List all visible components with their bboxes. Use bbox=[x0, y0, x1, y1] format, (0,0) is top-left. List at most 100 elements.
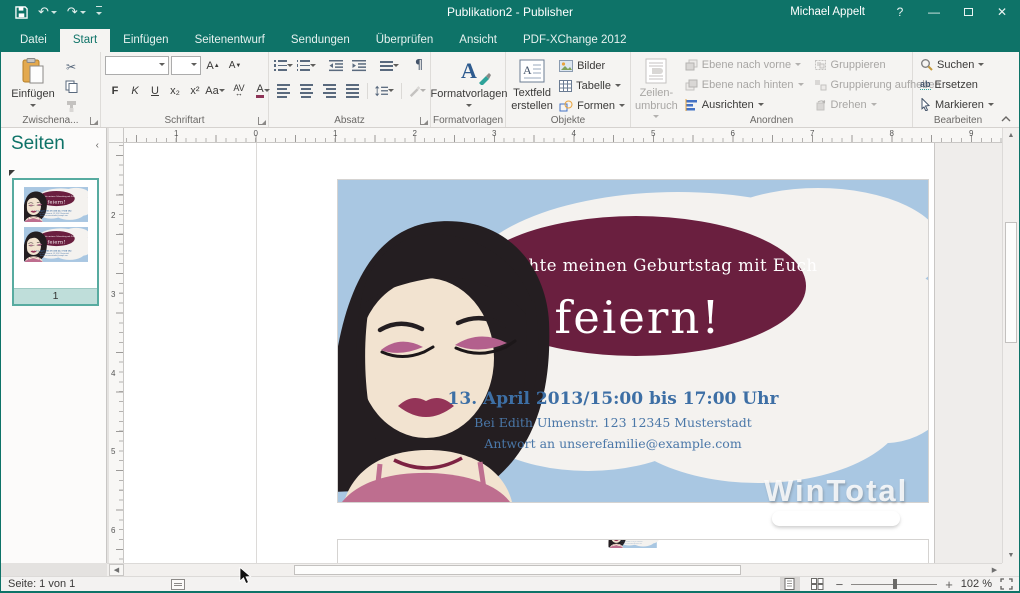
account-name[interactable]: Michael Appelt bbox=[772, 6, 883, 18]
tab-datei[interactable]: Datei bbox=[7, 29, 60, 52]
scroll-left-icon[interactable]: ◀ bbox=[109, 564, 124, 576]
change-case-button[interactable]: Aa bbox=[205, 81, 225, 100]
redo-caret-icon bbox=[80, 11, 86, 17]
maximize-button[interactable] bbox=[951, 0, 985, 24]
zoom-in-button[interactable]: + bbox=[945, 577, 953, 592]
v-ruler-number: 2 bbox=[111, 211, 115, 220]
invitation-card[interactable] bbox=[338, 180, 928, 502]
underline-button[interactable]: U bbox=[145, 81, 165, 100]
horizontal-scroll-thumb[interactable] bbox=[294, 565, 741, 575]
ungroup-icon bbox=[814, 79, 827, 91]
close-button[interactable]: ✕ bbox=[985, 0, 1019, 24]
replace-button[interactable]: ab Ersetzen bbox=[917, 75, 1001, 94]
styles-group-label: Formatvorlagen bbox=[431, 115, 505, 126]
align-objects-button[interactable]: Ausrichten bbox=[682, 95, 807, 114]
numbering-button[interactable] bbox=[296, 56, 316, 75]
scroll-up-icon[interactable]: ▲ bbox=[1003, 128, 1019, 143]
draw-textbox-button[interactable]: A Textfeld erstellen bbox=[510, 55, 554, 112]
styles-button[interactable]: A Formatvorlagen bbox=[435, 55, 503, 112]
align-right-icon bbox=[323, 84, 336, 98]
show-paragraph-marks-button[interactable]: ¶ bbox=[409, 56, 429, 75]
tab-ansicht[interactable]: Ansicht bbox=[446, 29, 510, 52]
text-wrap-label: Zeilen-umbruch bbox=[635, 87, 678, 112]
invitation-card-page2-partial[interactable] bbox=[338, 540, 928, 563]
font-name-combobox[interactable] bbox=[105, 56, 169, 75]
vertical-scrollbar[interactable]: ▲ ▼ bbox=[1002, 128, 1019, 563]
copy-icon bbox=[65, 80, 78, 93]
clipboard-dialog-launcher-icon[interactable] bbox=[90, 117, 98, 125]
grow-font-button[interactable]: A▲ bbox=[203, 56, 223, 75]
minimize-button[interactable]: — bbox=[917, 0, 951, 24]
horizontal-ruler[interactable]: 10123456789 bbox=[124, 128, 1004, 143]
status-page-info[interactable]: Seite: 1 von 1 bbox=[1, 578, 75, 590]
find-label: Suchen bbox=[937, 59, 974, 71]
increase-indent-button[interactable] bbox=[349, 56, 369, 75]
subscript-button[interactable]: x₂ bbox=[165, 81, 185, 100]
zoom-level[interactable]: 102 % bbox=[961, 578, 992, 590]
font-dialog-launcher-icon[interactable] bbox=[258, 117, 266, 125]
fit-page-button[interactable] bbox=[1000, 578, 1013, 590]
format-painter-button[interactable] bbox=[61, 97, 81, 116]
paragraph-dialog-launcher-icon[interactable] bbox=[420, 117, 428, 125]
font-color-icon: A bbox=[256, 84, 263, 98]
zoom-slider-thumb[interactable] bbox=[893, 579, 897, 589]
undo-button[interactable]: ↶ bbox=[38, 4, 57, 20]
find-button[interactable]: Suchen bbox=[917, 55, 1001, 74]
customize-qat-button[interactable] bbox=[96, 6, 102, 18]
align-left-button[interactable] bbox=[273, 81, 293, 100]
cut-button[interactable]: ✂ bbox=[61, 57, 81, 76]
line-spacing-button[interactable] bbox=[373, 81, 396, 100]
tab-sendungen[interactable]: Sendungen bbox=[278, 29, 363, 52]
align-objects-label: Ausrichten bbox=[702, 99, 754, 111]
redo-button[interactable]: ↷ bbox=[67, 4, 86, 20]
select-button[interactable]: Markieren bbox=[917, 95, 1001, 114]
italic-button[interactable]: K bbox=[125, 81, 145, 100]
tab-ueberpruefen[interactable]: Überprüfen bbox=[363, 29, 447, 52]
align-right-button[interactable] bbox=[319, 81, 339, 100]
shrink-font-button[interactable]: A▼ bbox=[225, 56, 245, 75]
single-page-view-button[interactable] bbox=[780, 577, 800, 591]
zoom-out-button[interactable]: − bbox=[836, 577, 844, 592]
justify-button[interactable] bbox=[342, 81, 362, 100]
send-backward-button[interactable]: Ebene nach hinten bbox=[682, 75, 807, 94]
page-thumbnail[interactable]: 1 bbox=[12, 178, 99, 306]
collapse-ribbon-icon[interactable] bbox=[1001, 115, 1011, 123]
pictures-button[interactable]: Bilder bbox=[556, 56, 628, 75]
paste-button[interactable]: Einfügen bbox=[5, 55, 61, 110]
tab-seitenentwurf[interactable]: Seitenentwurf bbox=[182, 29, 278, 52]
pages-panel-collapse-icon[interactable]: ‹ bbox=[96, 140, 99, 151]
scroll-right-icon[interactable]: ▶ bbox=[987, 564, 1002, 576]
bullets-button[interactable] bbox=[273, 56, 293, 75]
decrease-indent-button[interactable] bbox=[326, 56, 346, 75]
bring-forward-button[interactable]: Ebene nach vorne bbox=[682, 55, 807, 74]
character-spacing-button[interactable]: AV ↔ bbox=[229, 81, 249, 100]
tab-pdf-xchange[interactable]: PDF-XChange 2012 bbox=[510, 29, 640, 52]
tab-start[interactable]: Start bbox=[60, 29, 110, 52]
undo-caret-icon bbox=[51, 11, 57, 17]
text-wrap-button[interactable]: Zeilen-umbruch bbox=[635, 55, 678, 121]
scroll-down-icon[interactable]: ▼ bbox=[1003, 548, 1019, 563]
tab-einfuegen[interactable]: Einfügen bbox=[110, 29, 181, 52]
h-ruler-number: 7 bbox=[810, 129, 814, 138]
shapes-caret-icon bbox=[619, 104, 625, 110]
zoom-slider[interactable] bbox=[851, 577, 937, 591]
table-button[interactable]: Tabelle bbox=[556, 76, 628, 95]
bold-button[interactable]: F bbox=[105, 81, 125, 100]
object-position-icon[interactable] bbox=[171, 579, 185, 590]
arrange-group-label: Anordnen bbox=[631, 115, 912, 126]
vertical-ruler[interactable]: 23456 bbox=[109, 143, 124, 563]
vertical-scroll-thumb[interactable] bbox=[1005, 222, 1017, 343]
help-button[interactable]: ? bbox=[883, 0, 917, 24]
save-button[interactable] bbox=[15, 6, 28, 19]
text-effects-button[interactable] bbox=[407, 81, 428, 100]
two-page-view-button[interactable] bbox=[808, 577, 828, 591]
bullets-icon bbox=[274, 60, 287, 72]
canvas[interactable]: WinTotal bbox=[124, 143, 1004, 563]
shapes-button[interactable]: Formen bbox=[556, 96, 628, 115]
copy-button[interactable] bbox=[61, 77, 81, 96]
paste-caret-icon bbox=[30, 104, 36, 110]
superscript-button[interactable]: x² bbox=[185, 81, 205, 100]
columns-button[interactable] bbox=[379, 56, 399, 75]
align-center-button[interactable] bbox=[296, 81, 316, 100]
font-size-combobox[interactable] bbox=[171, 56, 201, 75]
